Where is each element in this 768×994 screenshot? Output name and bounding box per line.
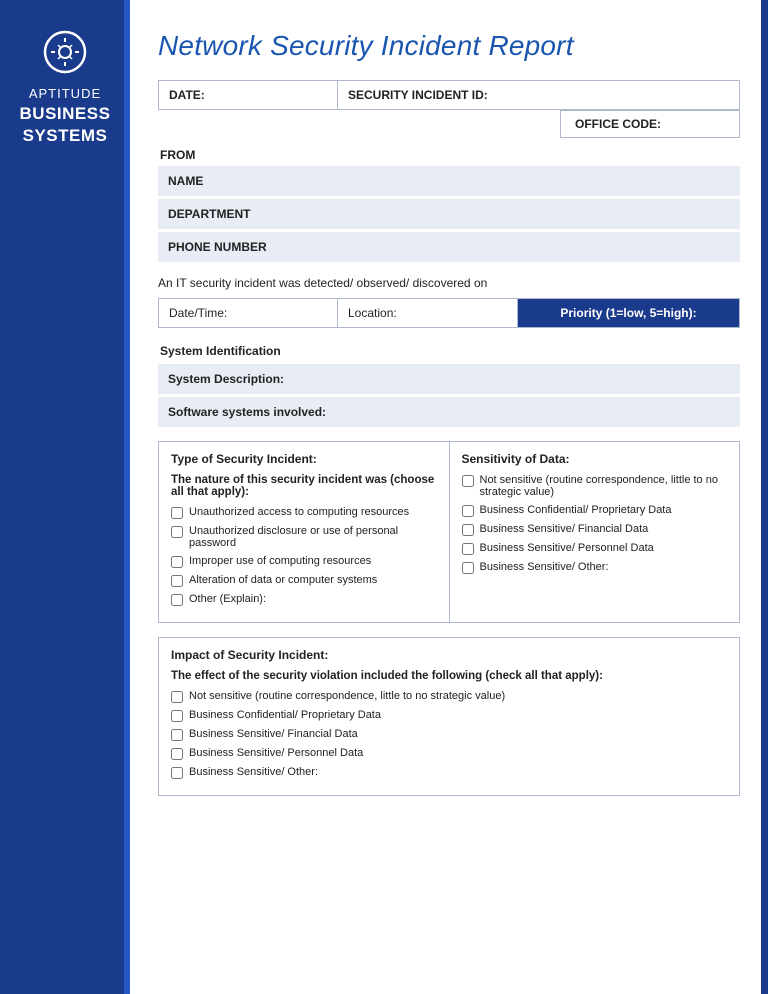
checkbox-improper-use[interactable] [171, 556, 183, 568]
checkbox-label: Business Sensitive/ Personnel Data [480, 542, 654, 554]
system-section-title: System Identification [158, 344, 740, 358]
incident-location-field[interactable]: Location: [338, 298, 518, 328]
incident-datetime-field[interactable]: Date/Time: [158, 298, 338, 328]
incident-detected-line: An IT security incident was detected/ ob… [158, 276, 740, 290]
checkbox-label: Unauthorized disclosure or use of person… [189, 525, 437, 549]
impact-checkbox-personnel[interactable] [171, 748, 183, 760]
checkbox-other-sensitivity[interactable] [462, 562, 474, 574]
list-item[interactable]: Business Sensitive/ Other: [171, 766, 727, 779]
list-item[interactable]: Unauthorized access to computing resourc… [171, 506, 437, 519]
list-item[interactable]: Business Sensitive/ Personnel Data [462, 542, 728, 555]
checkbox-label: Improper use of computing resources [189, 555, 371, 567]
main-content: Network Security Incident Report DATE: S… [130, 0, 768, 994]
office-code-label: OFFICE CODE: [575, 117, 661, 131]
impact-checkbox-financial[interactable] [171, 729, 183, 741]
checkbox-label: Business Sensitive/ Personnel Data [189, 747, 363, 759]
list-item[interactable]: Business Sensitive/ Financial Data [171, 728, 727, 741]
checkbox-financial[interactable] [462, 524, 474, 536]
checkbox-label: Business Sensitive/ Other: [189, 766, 318, 778]
checkbox-label: Business Confidential/ Proprietary Data [189, 709, 381, 721]
phone-row[interactable]: PHONE NUMBER [158, 232, 740, 262]
impact-checkbox-not-sensitive[interactable] [171, 691, 183, 703]
top-fields-row: DATE: SECURITY INCIDENT ID: [158, 80, 740, 110]
impact-checkbox-confidential[interactable] [171, 710, 183, 722]
list-item[interactable]: Not sensitive (routine correspondence, l… [171, 690, 727, 703]
list-item[interactable]: Improper use of computing resources [171, 555, 437, 568]
impact-effect-header: The effect of the security violation inc… [171, 670, 727, 682]
incident-datetime-label: Date/Time: [169, 306, 227, 320]
list-item[interactable]: Alteration of data or computer systems [171, 574, 437, 587]
checkbox-label: Alteration of data or computer systems [189, 574, 377, 586]
company-logo-icon [41, 28, 89, 76]
list-item[interactable]: Unauthorized disclosure or use of person… [171, 525, 437, 549]
page-title: Network Security Incident Report [158, 30, 740, 62]
checkbox-not-sensitive[interactable] [462, 475, 474, 487]
security-id-field[interactable]: SECURITY INCIDENT ID: [338, 80, 740, 110]
checkbox-label: Business Sensitive/ Other: [480, 561, 609, 573]
list-item[interactable]: Business Confidential/ Proprietary Data [462, 504, 728, 517]
sensitivity-col-header: Sensitivity of Data: [462, 452, 728, 466]
incident-location-label: Location: [348, 306, 397, 320]
brand-business: BUSINESS [20, 103, 111, 125]
checkbox-label: Not sensitive (routine correspondence, l… [480, 474, 728, 498]
security-incident-col-header: Type of Security Incident: [171, 452, 437, 466]
two-col-section: Type of Security Incident: The nature of… [158, 441, 740, 623]
checkbox-unauthorized-disclosure[interactable] [171, 526, 183, 538]
office-code-field[interactable]: OFFICE CODE: [560, 110, 740, 138]
brand-systems: SYSTEMS [20, 125, 111, 147]
list-item[interactable]: Business Sensitive/ Personnel Data [171, 747, 727, 760]
checkbox-label: Business Confidential/ Proprietary Data [480, 504, 672, 516]
checkbox-personnel[interactable] [462, 543, 474, 555]
incident-priority-field[interactable]: Priority (1=low, 5=high): [518, 298, 740, 328]
company-name: APTITUDE BUSINESS SYSTEMS [20, 86, 111, 147]
impact-checkbox-other[interactable] [171, 767, 183, 779]
software-systems-row[interactable]: Software systems involved: [158, 397, 740, 427]
impact-section: Impact of Security Incident: The effect … [158, 637, 740, 796]
system-description-label: System Description: [168, 372, 284, 386]
checkbox-label: Not sensitive (routine correspondence, l… [189, 690, 505, 702]
checkbox-label: Business Sensitive/ Financial Data [480, 523, 649, 535]
list-item[interactable]: Not sensitive (routine correspondence, l… [462, 474, 728, 498]
office-code-row: OFFICE CODE: [158, 110, 740, 138]
checkbox-business-confidential[interactable] [462, 505, 474, 517]
phone-label: PHONE NUMBER [168, 240, 267, 254]
list-item[interactable]: Business Sensitive/ Financial Data [462, 523, 728, 536]
list-item[interactable]: Business Confidential/ Proprietary Data [171, 709, 727, 722]
security-incident-nature-header: The nature of this security incident was… [171, 474, 437, 498]
system-description-row[interactable]: System Description: [158, 364, 740, 394]
from-label: FROM [158, 148, 740, 162]
impact-section-header: Impact of Security Incident: [171, 648, 727, 662]
incident-fields-row: Date/Time: Location: Priority (1=low, 5=… [158, 298, 740, 328]
software-systems-label: Software systems involved: [168, 405, 326, 419]
list-item[interactable]: Business Sensitive/ Other: [462, 561, 728, 574]
checkbox-label: Unauthorized access to computing resourc… [189, 506, 409, 518]
date-label: DATE: [169, 88, 205, 102]
sensitivity-col: Sensitivity of Data: Not sensitive (rout… [450, 442, 740, 622]
department-row[interactable]: DEPARTMENT [158, 199, 740, 229]
checkbox-label: Other (Explain): [189, 593, 266, 605]
department-label: DEPARTMENT [168, 207, 250, 221]
name-row[interactable]: NAME [158, 166, 740, 196]
date-field[interactable]: DATE: [158, 80, 338, 110]
security-incident-col: Type of Security Incident: The nature of… [159, 442, 450, 622]
checkbox-label: Business Sensitive/ Financial Data [189, 728, 358, 740]
checkbox-unauthorized-access[interactable] [171, 507, 183, 519]
checkbox-other-incident[interactable] [171, 594, 183, 606]
sidebar: APTITUDE BUSINESS SYSTEMS [0, 0, 130, 994]
name-label: NAME [168, 174, 203, 188]
security-id-label: SECURITY INCIDENT ID: [348, 88, 488, 102]
checkbox-alteration[interactable] [171, 575, 183, 587]
brand-aptitude: APTITUDE [20, 86, 111, 103]
list-item[interactable]: Other (Explain): [171, 593, 437, 606]
incident-priority-label: Priority (1=low, 5=high): [560, 306, 696, 320]
